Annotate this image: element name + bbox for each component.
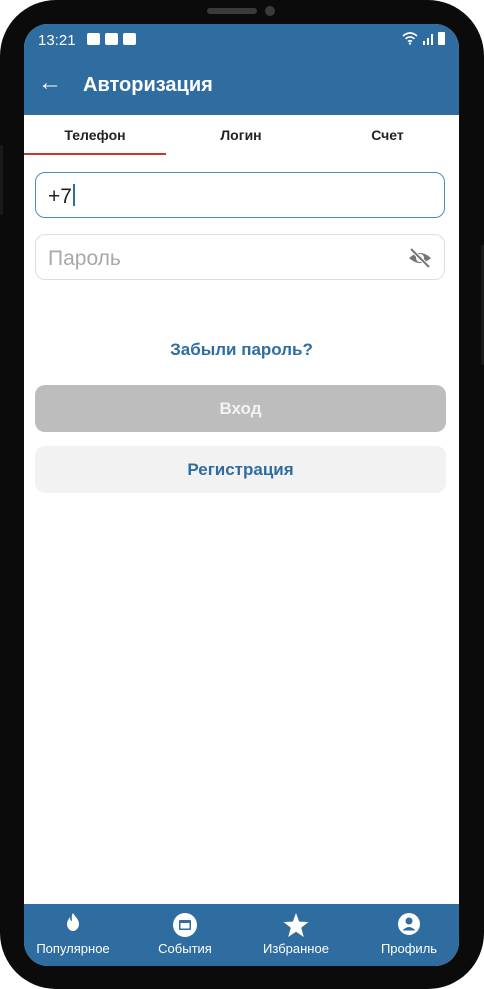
eye-off-icon[interactable]: [408, 247, 432, 269]
status-time: 13:21: [38, 32, 76, 49]
notification-icons: [87, 33, 136, 45]
nav-popular[interactable]: Популярное: [24, 904, 122, 966]
phone-value: +7: [48, 184, 75, 209]
screen: 13:21 ← Авторизация Телефон Логин Счет +…: [24, 24, 459, 966]
tab-account[interactable]: Счет: [316, 115, 459, 155]
password-placeholder: Пароль: [48, 247, 121, 270]
nav-events[interactable]: События: [138, 904, 232, 966]
image-notification-icon: [87, 33, 100, 45]
phone-field[interactable]: +7: [35, 172, 445, 218]
flame-icon: [67, 913, 79, 931]
checkbox-notification-icon: [123, 33, 136, 45]
speaker-grille: [207, 8, 257, 14]
login-button[interactable]: Вход: [35, 385, 446, 432]
calendar-icon: [173, 913, 197, 937]
battery-icon: [438, 32, 445, 45]
wifi-icon: [402, 32, 418, 45]
status-bar: 13:21: [24, 24, 459, 56]
system-icons: [402, 32, 445, 45]
volume-button: [0, 145, 3, 215]
nav-favorites-label: Избранное: [263, 941, 329, 956]
phone-frame: 13:21 ← Авторизация Телефон Логин Счет +…: [0, 0, 484, 989]
forgot-password-link[interactable]: Забыли пароль?: [24, 340, 459, 360]
nav-profile[interactable]: Профиль: [369, 904, 449, 966]
folder-notification-icon: [105, 33, 118, 45]
tab-login[interactable]: Логин: [166, 115, 316, 155]
app-bar: ← Авторизация: [24, 56, 459, 115]
nav-favorites[interactable]: Избранное: [248, 904, 344, 966]
back-arrow-icon[interactable]: ←: [38, 71, 62, 96]
nav-popular-label: Популярное: [36, 941, 110, 956]
user-icon: [398, 913, 420, 935]
register-button[interactable]: Регистрация: [35, 446, 446, 493]
front-camera: [265, 6, 275, 16]
signal-icon: [423, 33, 433, 45]
star-icon: [283, 913, 309, 937]
text-caret: [72, 184, 75, 206]
tab-phone[interactable]: Телефон: [24, 115, 166, 155]
nav-events-label: События: [158, 941, 212, 956]
page-title: Авторизация: [83, 74, 213, 96]
password-field[interactable]: Пароль: [35, 234, 445, 280]
nav-profile-label: Профиль: [380, 941, 438, 956]
auth-tabs: Телефон Логин Счет: [24, 115, 459, 155]
bottom-navigation: Популярное События Избранное Профиль: [24, 904, 459, 966]
